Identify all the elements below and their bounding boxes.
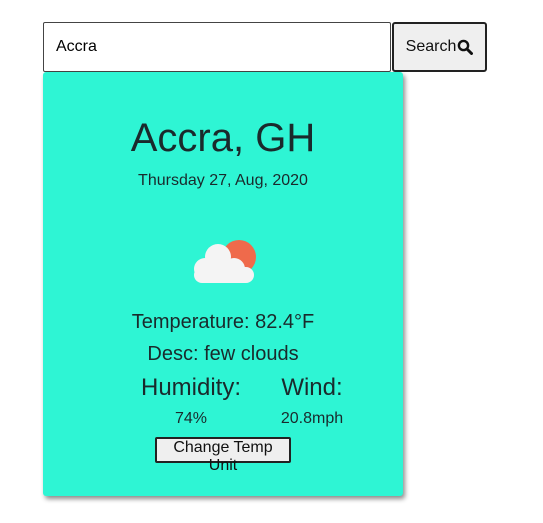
weather-card: Accra, GH Thursday 27, Aug, 2020 Tempera… xyxy=(43,72,403,496)
humidity-value: 74% xyxy=(174,410,208,427)
search-button-label: Search xyxy=(405,38,457,55)
humidity-label: Humidity: xyxy=(140,374,242,401)
few-clouds-day-icon xyxy=(194,240,256,283)
city-search-input[interactable] xyxy=(43,22,391,72)
temperature-text: Temperature: 82.4°F xyxy=(131,311,315,333)
weather-date: Thursday 27, Aug, 2020 xyxy=(138,172,308,189)
wind-value: 20.8mph xyxy=(280,410,344,427)
search-button[interactable]: Search xyxy=(392,22,487,72)
weather-app: Search Accra, GH Thursday 27, Aug, 2020 … xyxy=(0,0,543,523)
search-icon xyxy=(458,39,474,55)
description-text: Desc: few clouds xyxy=(147,343,299,365)
city-name: Accra, GH xyxy=(130,116,316,160)
change-temp-unit-button[interactable]: Change Temp Unit xyxy=(155,437,291,474)
wind-label: Wind: xyxy=(281,374,343,401)
